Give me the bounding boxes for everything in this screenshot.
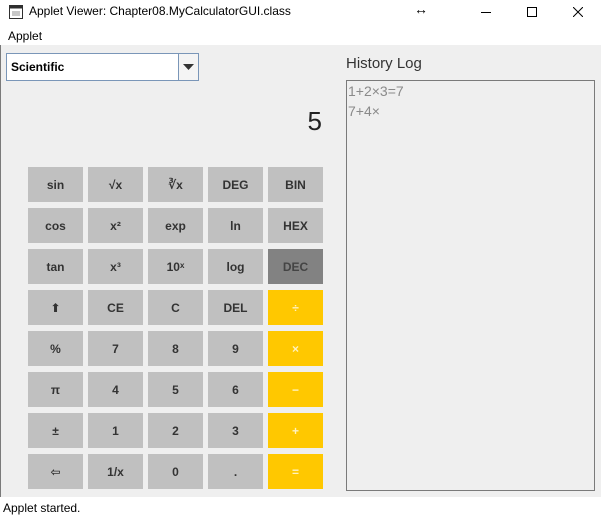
dec-button[interactable]: DEC	[268, 249, 323, 284]
maximize-icon	[527, 7, 537, 17]
sqrt-button[interactable]: √x	[88, 167, 143, 202]
negate-button[interactable]: ±	[28, 413, 83, 448]
dropdown-arrow-button[interactable]	[178, 54, 198, 80]
maximize-button[interactable]	[509, 0, 555, 24]
digit-9-button[interactable]: 9	[208, 331, 263, 366]
mode-dropdown-value: Scientific	[11, 60, 65, 74]
ln-button[interactable]: ln	[208, 208, 263, 243]
cos-button[interactable]: cos	[28, 208, 83, 243]
digit-4-button[interactable]: 4	[88, 372, 143, 407]
resize-cursor-icon: ↔	[414, 1, 428, 17]
history-log-title: History Log	[346, 55, 422, 72]
calculator-display: 5	[307, 106, 322, 136]
cbrt-button[interactable]: ∛x	[148, 167, 203, 202]
tan-button[interactable]: tan	[28, 249, 83, 284]
digit-8-button[interactable]: 8	[148, 331, 203, 366]
sin-button[interactable]: sin	[28, 167, 83, 202]
history-log-area[interactable]: 1+2×3=7 7+4×	[346, 80, 595, 491]
java-applet-icon	[9, 5, 23, 19]
digit-3-button[interactable]: 3	[208, 413, 263, 448]
hex-button[interactable]: HEX	[268, 208, 323, 243]
history-entry: 1+2×3=7	[348, 83, 404, 99]
digit-2-button[interactable]: 2	[148, 413, 203, 448]
deg-button[interactable]: DEG	[208, 167, 263, 202]
digit-0-button[interactable]: 0	[148, 454, 203, 489]
backspace-button[interactable]: ⇦	[28, 454, 83, 489]
multiply-button[interactable]: ×	[268, 331, 323, 366]
ce-button[interactable]: CE	[88, 290, 143, 325]
digit-7-button[interactable]: 7	[88, 331, 143, 366]
divide-button[interactable]: ÷	[268, 290, 323, 325]
clear-button[interactable]: C	[148, 290, 203, 325]
delete-button[interactable]: DEL	[208, 290, 263, 325]
close-button[interactable]	[555, 0, 601, 24]
minimize-icon	[481, 12, 491, 13]
menu-applet[interactable]: Applet	[8, 29, 42, 43]
subtract-button[interactable]: −	[268, 372, 323, 407]
square-button[interactable]: x²	[88, 208, 143, 243]
cube-button[interactable]: x³	[88, 249, 143, 284]
chevron-down-icon	[183, 64, 194, 70]
add-button[interactable]: +	[268, 413, 323, 448]
reciprocal-button[interactable]: 1/x	[88, 454, 143, 489]
close-icon	[573, 7, 583, 17]
title-bar: Applet Viewer: Chapter08.MyCalculatorGUI…	[0, 0, 601, 24]
status-bar: Applet started.	[0, 497, 601, 518]
percent-button[interactable]: %	[28, 331, 83, 366]
status-text: Applet started.	[3, 501, 81, 515]
digit-5-button[interactable]: 5	[148, 372, 203, 407]
bin-button[interactable]: BIN	[268, 167, 323, 202]
window-title: Applet Viewer: Chapter08.MyCalculatorGUI…	[29, 4, 291, 18]
ten-power-button[interactable]: 10ˣ	[148, 249, 203, 284]
pi-button[interactable]: π	[28, 372, 83, 407]
digit-6-button[interactable]: 6	[208, 372, 263, 407]
digit-1-button[interactable]: 1	[88, 413, 143, 448]
decimal-point-button[interactable]: .	[208, 454, 263, 489]
exp-button[interactable]: exp	[148, 208, 203, 243]
mode-dropdown[interactable]: Scientific	[6, 53, 199, 81]
log-button[interactable]: log	[208, 249, 263, 284]
history-entry: 7+4×	[348, 103, 380, 119]
equals-button[interactable]: =	[268, 454, 323, 489]
shift-button[interactable]: ⬆	[28, 290, 83, 325]
minimize-button[interactable]	[463, 0, 509, 24]
menu-bar: Applet	[0, 25, 601, 45]
